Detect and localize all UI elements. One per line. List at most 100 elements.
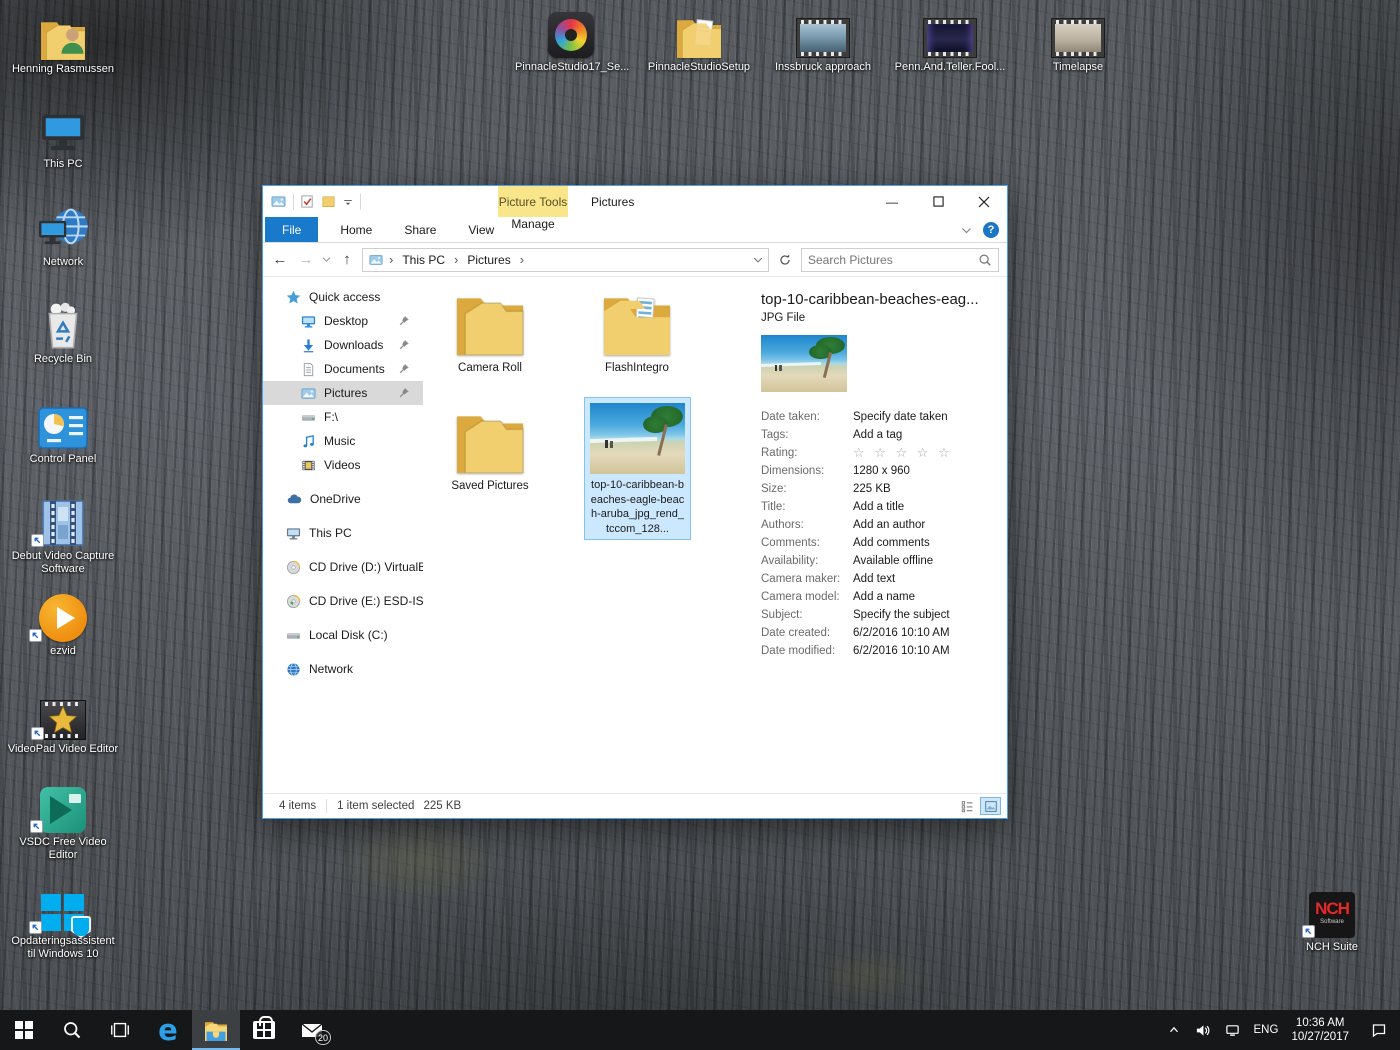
image-tile-selected[interactable]: top-10-caribbean-beaches-eagle-beach-aru… — [584, 397, 691, 540]
desktop-icon-this-pc[interactable]: This PC — [7, 105, 119, 171]
music-icon — [301, 434, 316, 449]
taskbar-search-button[interactable] — [48, 1010, 96, 1050]
sidebar-item-documents[interactable]: Documents — [263, 357, 423, 381]
windows-logo-icon — [15, 1021, 33, 1039]
shortcut-arrow-icon — [29, 629, 42, 642]
back-button[interactable]: ← — [269, 251, 291, 268]
store-taskbar-button[interactable] — [240, 1010, 288, 1050]
desktop-icon-inssbruck-approach[interactable]: Inssbruck approach — [767, 8, 879, 74]
desktop-icon-debut[interactable]: Debut Video Capture Software — [7, 497, 119, 576]
address-dropdown-chevron-icon[interactable] — [752, 254, 764, 266]
sidebar-item-pictures[interactable]: Pictures — [263, 381, 423, 405]
sidebar-item-music[interactable]: Music — [263, 429, 423, 453]
breadcrumb-pictures[interactable]: Pictures — [467, 253, 510, 267]
minimize-button[interactable]: — — [869, 186, 915, 217]
desktop-icon-recycle-bin[interactable]: Recycle Bin — [7, 300, 119, 366]
desktop-icon-ezvid[interactable]: ezvid — [7, 592, 119, 658]
title-bar: Picture Tools Pictures — — [263, 186, 1007, 217]
details-pane: top-10-caribbean-beaches-eag... JPG File… — [749, 277, 1007, 792]
picture-tools-contextual-tab[interactable]: Picture Tools — [498, 186, 568, 217]
mail-taskbar-button[interactable]: 20 — [288, 1010, 336, 1050]
desktop-icon-windows-update-assistant[interactable]: Opdateringsassistent til Windows 10 — [7, 882, 119, 961]
sidebar-item-downloads[interactable]: Downloads — [263, 333, 423, 357]
removable-drive-icon — [301, 410, 316, 425]
start-button[interactable] — [0, 1010, 48, 1050]
customize-qat-chevron-icon[interactable] — [342, 196, 354, 208]
sidebar-item-desktop[interactable]: Desktop — [263, 309, 423, 333]
desktop-icon-vsdc[interactable]: VSDC Free Video Editor — [7, 783, 119, 862]
ribbon-tab-manage[interactable]: Manage — [498, 217, 568, 231]
refresh-button[interactable] — [773, 248, 797, 272]
recent-locations-chevron-icon[interactable] — [321, 254, 332, 265]
ribbon-tab-share[interactable]: Share — [388, 217, 452, 242]
action-center-icon[interactable] — [1370, 1022, 1388, 1038]
detail-row-date-modified: Date modified:6/2/2016 10:10 AM — [761, 642, 995, 660]
quick-access-toolbar — [263, 194, 361, 210]
sidebar-item-local-disk-c[interactable]: Local Disk (C:) — [263, 623, 423, 647]
search-input[interactable] — [808, 253, 972, 267]
forward-button[interactable]: → — [295, 251, 317, 268]
folder-tile-saved-pictures[interactable]: Saved Pictures — [425, 407, 555, 492]
sidebar-item-videos[interactable]: Videos — [263, 453, 423, 477]
search-box — [801, 248, 999, 272]
sidebar-item-cd-drive-e[interactable]: CD Drive (E:) ESD-ISO — [263, 589, 423, 613]
divider — [293, 194, 294, 210]
maximize-button[interactable] — [915, 186, 961, 217]
network-globe-icon — [286, 662, 301, 677]
volume-icon[interactable] — [1194, 1023, 1211, 1038]
ribbon-tab-file[interactable]: File — [265, 217, 318, 242]
taskbar-clock[interactable]: 10:36 AM 10/27/2017 — [1291, 1016, 1349, 1044]
task-view-button[interactable] — [96, 1010, 144, 1050]
rating-stars[interactable]: ☆ ☆ ☆ ☆ ☆ — [853, 445, 953, 461]
breadcrumb-chevron: › — [520, 252, 524, 267]
language-indicator[interactable]: ENG — [1254, 1024, 1279, 1036]
sidebar-item-f-drive[interactable]: F:\ — [263, 405, 423, 429]
large-icons-view-button[interactable] — [980, 797, 1001, 815]
search-icon[interactable] — [978, 253, 992, 267]
file-name: Camera Roll — [425, 362, 555, 374]
desktop-icon-henning-rasmussen[interactable]: Henning Rasmussen — [7, 10, 119, 76]
new-folder-button[interactable] — [321, 194, 336, 209]
explorer-main: Quick access Desktop Downloads Documents — [263, 276, 1007, 792]
details-file-title: top-10-caribbean-beaches-eag... — [761, 291, 995, 308]
close-button[interactable] — [961, 186, 1007, 217]
sidebar-item-this-pc[interactable]: This PC — [263, 521, 423, 545]
folder-icon — [425, 407, 555, 473]
desktop-icon-pinnaclestudiosetup[interactable]: PinnacleStudioSetup — [643, 8, 755, 74]
sidebar-item-network[interactable]: Network — [263, 657, 423, 681]
desktop-icon-control-panel[interactable]: Control Panel — [7, 400, 119, 466]
up-button[interactable]: ↑ — [336, 251, 358, 268]
sidebar-item-quick-access[interactable]: Quick access — [263, 285, 423, 309]
sidebar-item-cd-drive-d[interactable]: CD Drive (D:) VirtualB — [263, 555, 423, 579]
desktop-icon-pinnaclestudio17[interactable]: PinnacleStudio17_Se... — [515, 8, 627, 74]
details-view-button[interactable] — [957, 797, 978, 815]
folder-tile-flashintegro[interactable]: FlashIntegro — [572, 289, 702, 374]
properties-button[interactable] — [300, 194, 315, 209]
navigation-pane: Quick access Desktop Downloads Documents — [263, 277, 423, 792]
desktop-icon-timelapse[interactable]: Timelapse — [1022, 8, 1134, 74]
desktop-icon-penn-and-teller[interactable]: Penn.And.Teller.Fool... — [894, 8, 1006, 74]
pin-icon — [398, 363, 410, 375]
show-hidden-icons-chevron[interactable] — [1167, 1023, 1181, 1037]
desktop-icon-nch-suite[interactable]: NCHSoftware NCH Suite — [1276, 888, 1388, 954]
file-explorer-taskbar-button[interactable] — [192, 1010, 240, 1050]
explorer-app-icon[interactable] — [270, 194, 287, 209]
desktop-icon-network[interactable]: Network — [7, 203, 119, 269]
breadcrumb-this-pc[interactable]: This PC — [402, 253, 445, 267]
folder-tile-camera-roll[interactable]: Camera Roll — [425, 289, 555, 374]
task-view-icon — [109, 1021, 131, 1039]
file-explorer-window: Picture Tools Pictures — File Home Share… — [262, 185, 1008, 819]
desktop-icon-label: VSDC Free Video Editor — [7, 836, 119, 862]
desktop-icon-videopad[interactable]: VideoPad Video Editor — [7, 690, 119, 756]
desktop-icon-label: Henning Rasmussen — [7, 63, 119, 76]
video-file-icon — [1022, 8, 1134, 58]
address-bar[interactable]: › This PC › Pictures › — [362, 248, 769, 272]
sidebar-item-onedrive[interactable]: OneDrive — [263, 487, 423, 511]
expand-ribbon-chevron-icon[interactable] — [960, 224, 973, 237]
help-button[interactable]: ? — [983, 222, 999, 238]
detail-row-comments: Comments:Add comments — [761, 534, 995, 552]
caption-buttons: — — [869, 186, 1007, 217]
ribbon-tab-home[interactable]: Home — [324, 217, 388, 242]
edge-taskbar-button[interactable]: e — [144, 1010, 192, 1050]
network-tray-icon[interactable] — [1224, 1023, 1241, 1038]
